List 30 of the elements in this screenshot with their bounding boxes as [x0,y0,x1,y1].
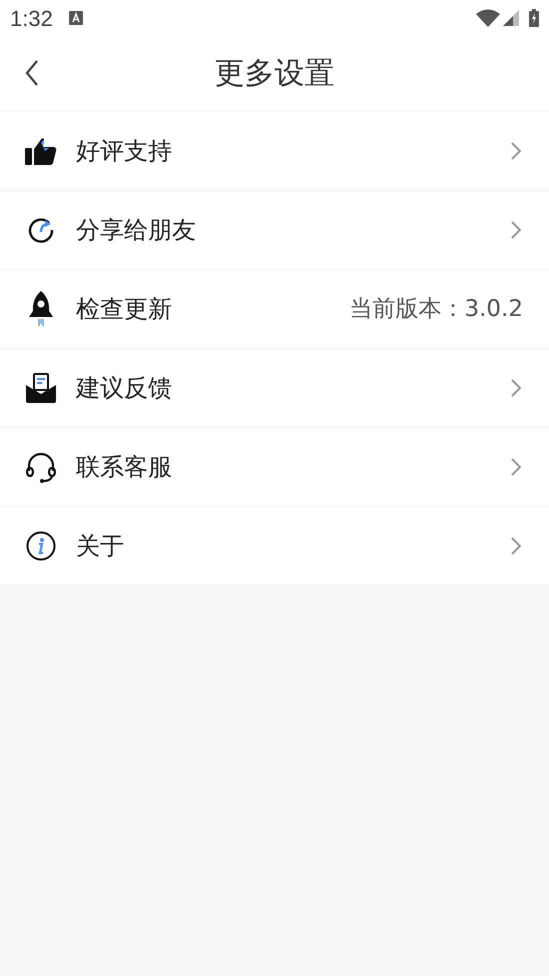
chevron-right-icon [511,379,521,397]
signal-icon [503,10,519,26]
settings-row[interactable]: 好评支持 [0,113,549,189]
settings-row[interactable]: 关于 [0,508,549,584]
row-label: 检查更新 [76,294,173,325]
wifi-icon [476,9,500,27]
back-icon [25,60,39,86]
row-label: 建议反馈 [76,373,173,404]
settings-row[interactable]: 检查更新 当前版本：3.0.2 [0,271,549,347]
info-icon [26,531,56,561]
chevron-right-icon [511,142,521,160]
headset-icon [25,451,57,483]
settings-row[interactable]: 分享给朋友 [0,192,549,268]
chevron-right-icon [511,221,521,239]
settings-row[interactable]: 联系客服 [0,429,549,505]
chevron-right-icon [511,458,521,476]
chevron-right-icon [511,537,521,555]
row-label: 分享给朋友 [76,215,197,246]
keyboard-icon [68,11,83,25]
mail-letter-icon [26,373,56,403]
version-text: 当前版本：3.0.2 [349,294,523,324]
row-label: 关于 [76,531,125,562]
row-label: 联系客服 [76,452,173,483]
page-title: 更多设置 [214,54,334,92]
settings-row[interactable]: 建议反馈 [0,350,549,426]
status-time: 1:32 [10,4,53,32]
battery-icon [529,9,539,27]
row-label: 好评支持 [76,136,173,167]
rocket-icon [28,291,54,327]
thumbs-up-icon [25,137,57,165]
